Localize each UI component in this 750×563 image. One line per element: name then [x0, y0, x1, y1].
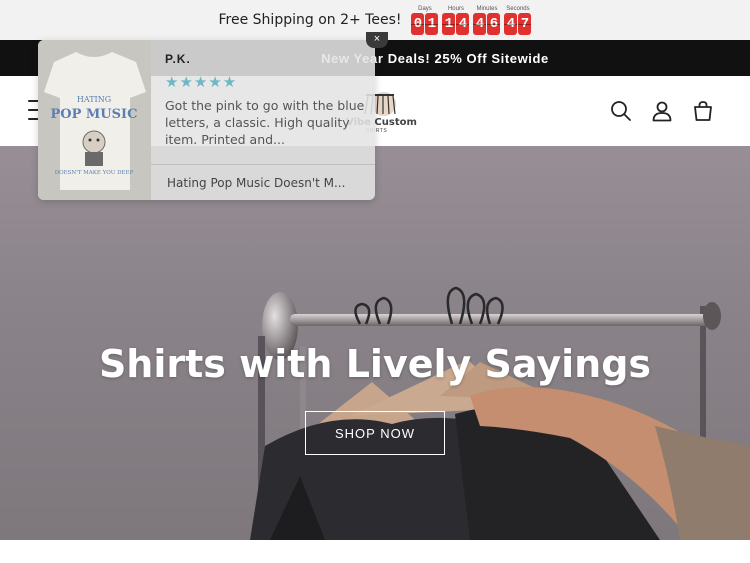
shop-now-button[interactable]: SHOP NOW	[305, 411, 445, 455]
countdown-digit: 7	[518, 13, 532, 35]
countdown-seconds: Seconds 4 7	[504, 5, 532, 35]
hero-title: Shirts with Lively Sayings	[98, 342, 652, 386]
countdown-timer: Days 0 1 Hours 1 4 Minutes 4 6 Seconds 4…	[411, 5, 532, 35]
hero-banner: Shirts with Lively Sayings SHOP NOW	[0, 146, 750, 540]
countdown-hours: Hours 1 4	[442, 5, 470, 35]
product-thumbnail[interactable]: HATING POP MUSIC DOESN'T MAKE YOU DEEP	[38, 40, 151, 200]
tshirt-image: HATING POP MUSIC DOESN'T MAKE YOU DEEP	[38, 40, 151, 200]
svg-text:DOESN'T MAKE YOU DEEP: DOESN'T MAKE YOU DEEP	[55, 170, 134, 176]
countdown-digit: 4	[504, 13, 518, 35]
search-icon[interactable]	[610, 100, 632, 122]
countdown-text: Free Shipping on 2+ Tees!	[218, 12, 402, 28]
countdown-digit: 6	[487, 13, 501, 35]
svg-text:POP MUSIC: POP MUSIC	[51, 107, 138, 122]
countdown-digit: 4	[473, 13, 487, 35]
account-icon[interactable]	[651, 100, 673, 122]
popup-divider	[151, 164, 375, 165]
countdown-label: Hours	[447, 6, 464, 12]
countdown-minutes: Minutes 4 6	[473, 5, 501, 35]
close-icon[interactable]: ×	[366, 32, 388, 48]
review-popup[interactable]: HATING POP MUSIC DOESN'T MAKE YOU DEEP P…	[38, 40, 375, 200]
svg-text:HATING: HATING	[77, 95, 111, 104]
review-product-link[interactable]: Hating Pop Music Doesn't M...	[167, 176, 362, 190]
review-stars: ★★★★★	[165, 74, 238, 91]
countdown-digit: 1	[425, 13, 439, 35]
countdown-digit: 0	[411, 13, 425, 35]
countdown-days: Days 0 1	[411, 5, 439, 35]
countdown-label: Seconds	[506, 6, 530, 12]
countdown-label: Days	[418, 6, 432, 12]
countdown-digit: 1	[442, 13, 456, 35]
page-bottom	[0, 540, 750, 563]
cart-icon[interactable]	[692, 100, 714, 122]
page: Free Shipping on 2+ Tees! Days 0 1 Hours…	[0, 0, 750, 563]
countdown-label: Minutes	[476, 6, 498, 12]
review-text: Got the pink to go with the blue letters…	[165, 98, 365, 147]
countdown-digit: 4	[456, 13, 470, 35]
review-author: P.K.	[165, 52, 191, 66]
